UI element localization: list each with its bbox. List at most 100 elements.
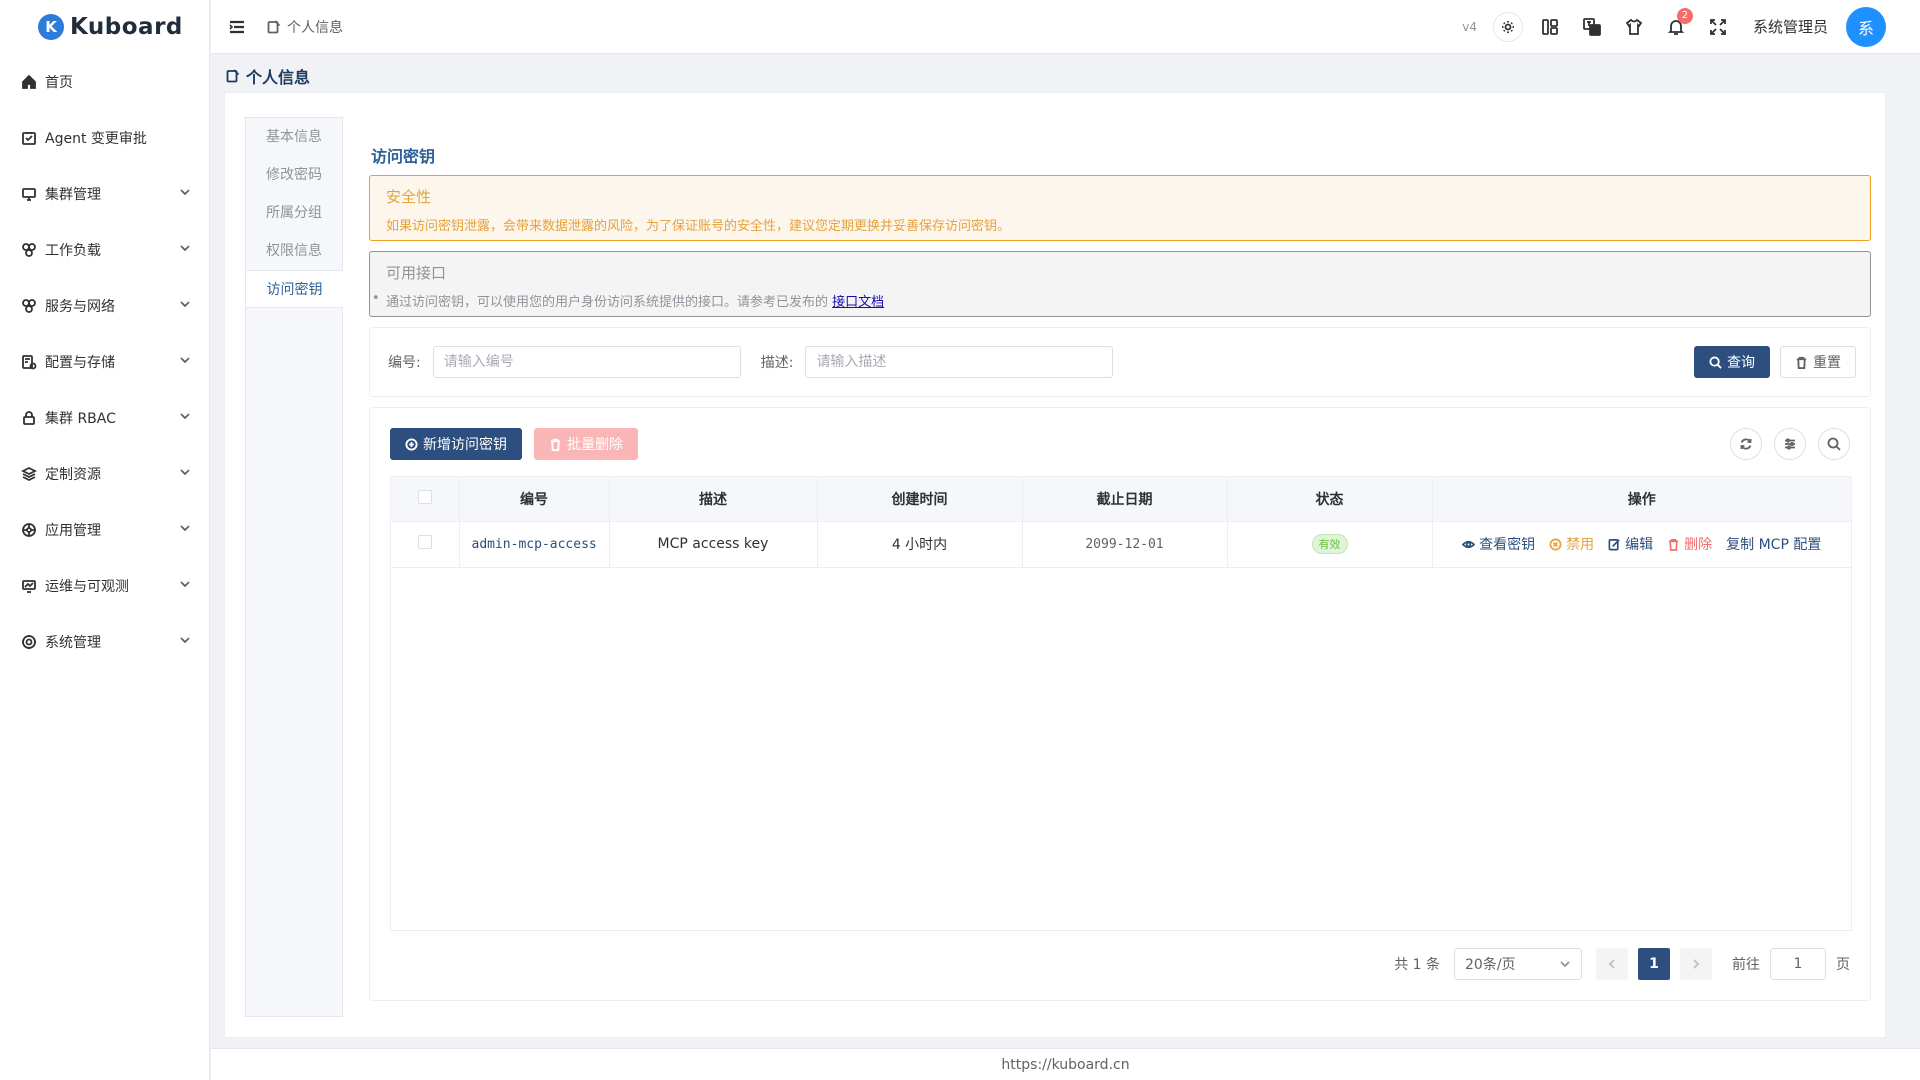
- sidebar-item-label: 配置与存储: [45, 355, 115, 371]
- eye-icon: [1462, 540, 1476, 548]
- chevron-down-icon: [179, 242, 191, 258]
- layout-icon: [1542, 18, 1558, 35]
- next-page-button[interactable]: [1680, 948, 1712, 980]
- gear-icon: [20, 633, 38, 651]
- tab-access-keys[interactable]: 访问密钥: [246, 270, 343, 308]
- home-icon: [20, 73, 38, 91]
- sidebar-item-service-network[interactable]: 服务与网络: [0, 278, 209, 334]
- lock-icon: [20, 409, 38, 427]
- sidebar-item-label: 集群 RBAC: [45, 411, 116, 427]
- sidebar-item-cluster-rbac[interactable]: 集群 RBAC: [0, 390, 209, 446]
- disable-icon: [1549, 538, 1562, 550]
- refresh-button[interactable]: [1730, 428, 1762, 460]
- search-panel: 编号: 描述: 查询 重置: [369, 327, 1871, 397]
- refresh-icon: [1740, 438, 1752, 450]
- chevron-down-icon: [179, 634, 191, 650]
- app-logo[interactable]: K Kuboard: [0, 0, 209, 54]
- sidebar-item-agent-approval[interactable]: Agent 变更审批: [0, 110, 209, 166]
- sidebar-item-system-management[interactable]: 系统管理: [0, 614, 209, 670]
- api-doc-link[interactable]: 接口文档: [832, 295, 884, 310]
- trash-icon: [1796, 356, 1807, 369]
- footer-link[interactable]: https://kuboard.cn: [1001, 1057, 1129, 1073]
- search-icon: [1709, 355, 1722, 369]
- query-button[interactable]: 查询: [1694, 346, 1770, 378]
- avatar[interactable]: 系: [1846, 6, 1886, 47]
- menu-toggle-icon[interactable]: [227, 17, 247, 37]
- footer: https://kuboard.cn: [211, 1048, 1920, 1080]
- tab-permissions[interactable]: 权限信息: [246, 232, 342, 270]
- chevron-down-icon: [1560, 961, 1570, 968]
- status-cell: 有效: [1227, 521, 1433, 568]
- notification-badge: 2: [1676, 7, 1693, 24]
- goto-page-input[interactable]: [1770, 948, 1826, 980]
- section-title: 访问密钥: [371, 147, 436, 166]
- alert-description: 如果访问密钥泄露，会带来数据泄露的风险，为了保证账号的安全性，建议您定期更换并妥…: [386, 219, 1011, 234]
- notification-button[interactable]: 2: [1661, 7, 1693, 42]
- username-label[interactable]: 系统管理员: [1753, 16, 1828, 37]
- sidebar-item-workloads[interactable]: 工作负载: [0, 222, 209, 278]
- select-all-checkbox[interactable]: [417, 489, 432, 504]
- toggle-search-button[interactable]: [1818, 428, 1850, 460]
- translate-button[interactable]: [1577, 12, 1607, 42]
- sidebar-item-app-management[interactable]: 应用管理: [0, 502, 209, 558]
- page-size-select[interactable]: 20条/页: [1454, 948, 1582, 980]
- reset-button[interactable]: 重置: [1780, 346, 1856, 378]
- copy-mcp-config-button[interactable]: 复制 MCP 配置: [1726, 534, 1821, 554]
- page-number-current[interactable]: 1: [1638, 948, 1670, 980]
- status-badge: 有效: [1311, 534, 1348, 554]
- breadcrumb-label: 个人信息: [287, 19, 343, 36]
- tab-basic-info[interactable]: 基本信息: [246, 118, 342, 156]
- chevron-down-icon: [179, 466, 191, 482]
- fullscreen-button[interactable]: [1703, 12, 1733, 42]
- tab-groups[interactable]: 所属分组: [246, 194, 342, 232]
- sidebar-item-label: 应用管理: [45, 523, 101, 539]
- key-id-cell[interactable]: admin-mcp-access: [459, 521, 610, 568]
- desc-search-input[interactable]: [805, 346, 1114, 378]
- sidebar-item-ops-observability[interactable]: 运维与可观测: [0, 558, 209, 614]
- prev-page-button[interactable]: [1596, 948, 1628, 980]
- app-icon: [20, 521, 38, 539]
- operations-cell: 查看密钥 禁用 编辑 删除 复制 MCP 配置: [1432, 521, 1851, 568]
- sidebar-item-cluster-management[interactable]: 集群管理: [0, 166, 209, 222]
- breadcrumb[interactable]: 个人信息: [267, 17, 343, 37]
- sidebar-item-home[interactable]: 首页: [0, 54, 209, 110]
- translate-icon: [1583, 17, 1601, 36]
- id-search-input[interactable]: [432, 346, 741, 378]
- sidebar-item-custom-resources[interactable]: 定制资源: [0, 446, 209, 502]
- access-key-table: 编号 描述 创建时间 截止日期 状态 操作 admin-mcp-access M…: [390, 476, 1852, 931]
- chevron-down-icon: [179, 578, 191, 594]
- layout-button[interactable]: [1535, 12, 1565, 42]
- sidebar-item-label: 系统管理: [45, 635, 101, 651]
- tab-change-password[interactable]: 修改密码: [246, 156, 342, 194]
- column-header: 状态: [1227, 477, 1433, 522]
- edit-doc-icon: [267, 19, 281, 33]
- view-key-button[interactable]: 查看密钥: [1462, 534, 1535, 554]
- network-icon: [20, 297, 38, 315]
- edit-key-button[interactable]: 编辑: [1608, 534, 1653, 554]
- row-checkbox[interactable]: [417, 535, 432, 549]
- sidebar: K Kuboard 首页 Agent 变更审批 集群管理 工作负载 服务与网络 …: [0, 0, 210, 1080]
- theme-toggle-button[interactable]: [1492, 11, 1523, 42]
- select-all-cell[interactable]: [391, 477, 460, 522]
- sidebar-item-config-storage[interactable]: 配置与存储: [0, 334, 209, 390]
- goto-label: 前往: [1732, 957, 1760, 973]
- sidebar-item-label: 工作负载: [45, 243, 101, 259]
- top-header: 个人信息 v4 2 系统管理员 系: [211, 0, 1920, 54]
- kuboard-logo-icon: K: [38, 14, 64, 40]
- storage-icon: [20, 353, 38, 371]
- column-header: 操作: [1432, 477, 1851, 522]
- chevron-down-icon: [179, 522, 191, 538]
- security-alert: 安全性 如果访问密钥泄露，会带来数据泄露的风险，为了保证账号的安全性，建议您定期…: [369, 175, 1871, 241]
- disable-key-button[interactable]: 禁用: [1549, 534, 1594, 554]
- batch-delete-button[interactable]: 批量删除: [534, 428, 638, 460]
- row-select-cell[interactable]: [391, 521, 460, 568]
- column-settings-button[interactable]: [1774, 428, 1806, 460]
- skin-button[interactable]: [1619, 12, 1649, 42]
- alert-description: 通过访问密钥，可以使用您的用户身份访问系统提供的接口。请参考已发布的 接口文档: [372, 291, 1854, 310]
- delete-key-button[interactable]: 删除: [1667, 534, 1712, 554]
- workload-icon: [20, 241, 38, 259]
- sidebar-item-label: 运维与可观测: [45, 579, 129, 595]
- add-access-key-button[interactable]: 新增访问密钥: [390, 428, 522, 460]
- chevron-down-icon: [179, 298, 191, 314]
- id-label: 编号:: [388, 355, 421, 371]
